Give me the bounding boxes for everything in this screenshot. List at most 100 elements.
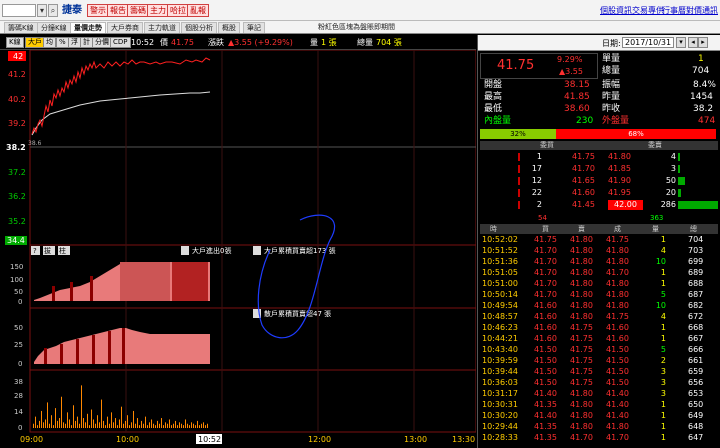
tick-bid: 41.60 <box>534 312 557 321</box>
price-dist-button[interactable]: 分價 <box>92 37 112 48</box>
big-player-button[interactable]: 大戶 <box>25 37 45 48</box>
tab-notes[interactable]: 筆記 <box>243 22 265 33</box>
retail-bar <box>76 339 79 364</box>
vol-value: 1 張 <box>321 38 337 47</box>
open-label: 開盤 <box>484 80 503 90</box>
tick-time: 10:39:44 <box>482 367 518 376</box>
tick-hdr-total: 總 <box>690 225 697 233</box>
tick-vol: 1 <box>660 400 666 409</box>
book-ask-price[interactable]: 41.95 <box>608 188 631 198</box>
tick-deal: 41.80 <box>606 246 629 255</box>
tick-ask: 41.75 <box>570 323 593 332</box>
tick-row[interactable]: 10:51:36 41.70 41.80 41.80 10 699 <box>480 257 720 267</box>
stock-code-input[interactable] <box>2 4 36 17</box>
tab-chip-k[interactable]: 籌碼K線 <box>4 22 38 33</box>
tick-row[interactable]: 10:48:57 41.60 41.80 41.75 4 672 <box>480 312 720 322</box>
tick-row[interactable]: 10:50:14 41.70 41.80 41.80 5 687 <box>480 290 720 300</box>
intraday-chart[interactable]: 42 41.2 40.2 39.2 38.2 37.2 36.2 35.2 34… <box>0 50 476 448</box>
next-day-icon[interactable]: ▸ <box>698 37 708 48</box>
volume-bar <box>87 413 88 428</box>
major-button[interactable]: 主力 <box>147 4 169 17</box>
book-ask-price[interactable]: 42.00 <box>608 200 643 210</box>
cdp-button[interactable]: CDP <box>110 37 131 48</box>
tick-time: 10:51:05 <box>482 268 518 277</box>
tab-minute-k[interactable]: 分鐘K線 <box>37 22 71 33</box>
tick-row[interactable]: 10:30:31 41.35 41.80 41.40 1 650 <box>480 400 720 410</box>
tick-row[interactable]: 10:39:44 41.50 41.75 41.50 3 659 <box>480 367 720 377</box>
tick-row[interactable]: 10:28:33 41.35 41.70 41.70 1 647 <box>480 433 720 443</box>
axis-36-2: 36.2 <box>8 192 26 201</box>
stock-info-link[interactable]: 個股資訊 <box>600 5 632 16</box>
tick-bid: 41.35 <box>534 433 557 442</box>
book-bid-price: 41.65 <box>572 176 595 185</box>
volume-bar <box>69 419 70 428</box>
tick-deal: 41.70 <box>606 433 629 442</box>
tick-row[interactable]: 10:44:21 41.60 41.75 41.60 1 667 <box>480 334 720 344</box>
vol3-38: 38 <box>14 378 23 386</box>
tick-vol: 3 <box>660 389 666 398</box>
rumor-button[interactable]: 亂報 <box>187 4 209 17</box>
tick-row[interactable]: 10:51:05 41.70 41.80 41.70 1 689 <box>480 268 720 278</box>
axis-38-2: 38.2 <box>6 143 26 152</box>
tick-ask: 41.80 <box>570 400 593 409</box>
vol2-50: 50 <box>14 324 23 332</box>
tick-row[interactable]: 10:51:52 41.70 41.80 41.80 4 703 <box>480 246 720 256</box>
tick-row[interactable]: 10:31:17 41.40 41.80 41.40 3 653 <box>480 389 720 399</box>
percent-button[interactable]: % <box>56 37 69 48</box>
chat-button[interactable]: 哈拉 <box>167 4 189 17</box>
tick-row[interactable]: 10:30:20 41.40 41.80 41.40 1 649 <box>480 411 720 421</box>
tick-row[interactable]: 10:36:03 41.50 41.75 41.50 3 656 <box>480 378 720 388</box>
vol1-150: 150 <box>10 263 23 271</box>
dropdown-icon[interactable]: ▾ <box>37 4 47 17</box>
prev-day-icon[interactable]: ◂ <box>688 37 698 48</box>
amp-label: 振幅 <box>602 80 621 90</box>
hand-drawn-annotation <box>257 214 336 339</box>
book-ask-price[interactable]: 41.85 <box>608 164 631 174</box>
volume-bar <box>131 422 132 428</box>
volume-bar <box>151 419 152 428</box>
book-ask-qty: 4 <box>670 152 676 161</box>
contact-link[interactable]: 對價通訊 <box>686 5 718 16</box>
calendar-link[interactable]: 行事曆 <box>662 5 686 16</box>
book-ask-price[interactable]: 41.80 <box>608 152 631 162</box>
date-input[interactable]: 2017/10/31 <box>622 37 674 48</box>
tick-ask: 41.70 <box>570 433 593 442</box>
search-icon[interactable]: ⌕ <box>48 4 58 17</box>
tick-bid: 41.70 <box>534 268 557 277</box>
tick-vol: 1 <box>660 268 666 277</box>
kline-button[interactable]: K線 <box>6 37 24 48</box>
tick-row[interactable]: 10:51:00 41.70 41.80 41.80 1 688 <box>480 279 720 289</box>
volume-bar <box>71 425 72 428</box>
tick-row[interactable]: 10:52:02 41.75 41.80 41.75 1 704 <box>480 235 720 245</box>
tick-row[interactable]: 10:43:40 41.50 41.75 41.50 5 666 <box>480 345 720 355</box>
volume-bar <box>135 423 136 428</box>
volume-bar <box>155 425 156 428</box>
volume-bar <box>127 415 128 428</box>
tick-row[interactable]: 10:39:59 41.50 41.75 41.50 2 661 <box>480 356 720 366</box>
tab-brokers[interactable]: 大戶券商 <box>107 22 143 33</box>
volume-bar <box>119 419 120 428</box>
tick-row[interactable]: 10:46:23 41.60 41.75 41.60 1 668 <box>480 323 720 333</box>
tab-analysis[interactable]: 個股分析 <box>181 22 217 33</box>
volume-bar <box>59 418 60 428</box>
low-label: 最低 <box>484 104 503 114</box>
tab-main-track[interactable]: 主力軌道 <box>144 22 180 33</box>
help-icon-2[interactable] <box>181 246 189 255</box>
tick-row[interactable]: 10:49:54 41.60 41.80 41.80 10 682 <box>480 301 720 311</box>
chips-button[interactable]: 籌碼 <box>127 4 149 17</box>
out-vol-value: 474 <box>698 116 716 126</box>
volume-bar <box>133 410 134 428</box>
book-bid-price: 41.70 <box>572 164 595 173</box>
tick-row[interactable]: 10:29:44 41.35 41.80 41.80 1 648 <box>480 422 720 432</box>
tab-concept[interactable]: 概股 <box>218 22 240 33</box>
report-button[interactable]: 報告 <box>107 4 129 17</box>
alert-button[interactable]: 警示 <box>87 4 109 17</box>
volume-bar <box>173 423 174 428</box>
avg-button[interactable]: 均 <box>43 37 56 48</box>
calendar-dropdown-icon[interactable]: ▾ <box>676 37 686 48</box>
tick-ask: 41.80 <box>570 235 593 244</box>
tab-price-trend[interactable]: 量價走勢 <box>70 22 106 33</box>
book-ask-price[interactable]: 41.90 <box>608 176 631 186</box>
trade-link[interactable]: 交易專供 <box>632 5 664 16</box>
help-icon-3[interactable] <box>253 246 261 255</box>
